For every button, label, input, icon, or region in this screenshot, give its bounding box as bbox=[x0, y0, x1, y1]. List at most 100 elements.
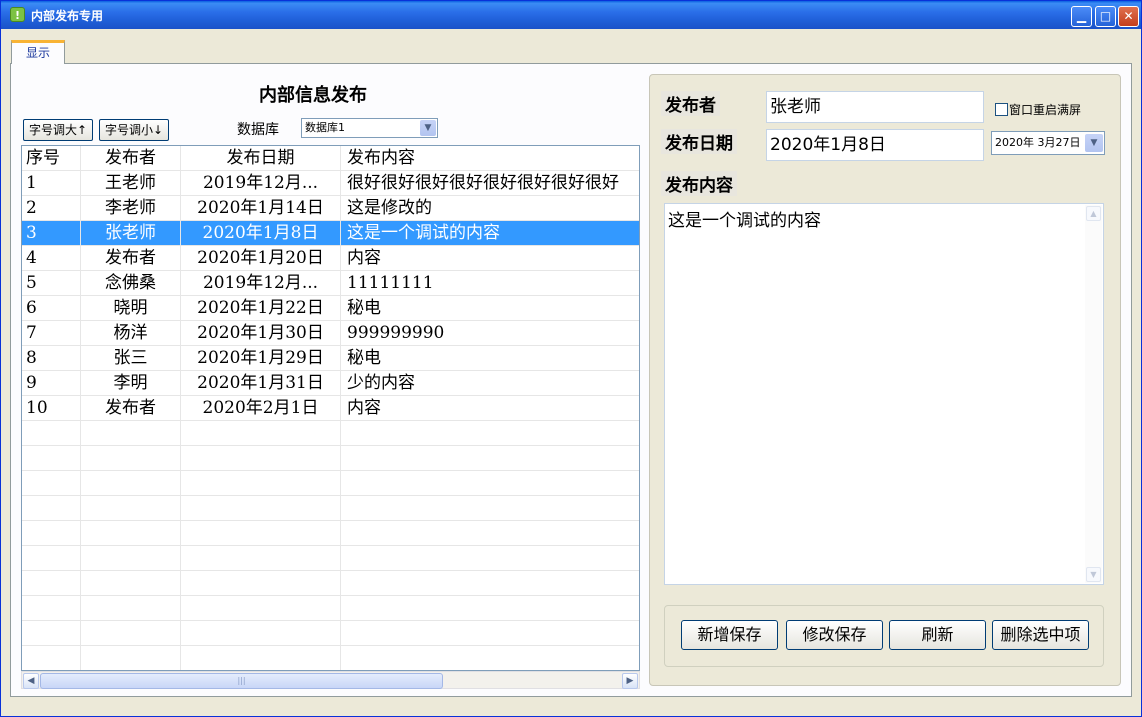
table-row[interactable]: 9 李明 2020年1月31日 少的内容 bbox=[22, 371, 639, 396]
table-cell: 这是一个调试的内容 bbox=[341, 221, 639, 246]
table-cell: 2020年1月22日 bbox=[181, 296, 341, 321]
fullscreen-checkbox-label: 窗口重启满屏 bbox=[1009, 103, 1082, 117]
table-cell: 3 bbox=[22, 221, 81, 246]
table-cell: 10 bbox=[22, 396, 81, 421]
table-row[interactable]: 3 张老师 2020年1月8日 这是一个调试的内容 bbox=[22, 221, 639, 246]
refresh-button[interactable]: 刷新 bbox=[889, 620, 986, 650]
empty-cell bbox=[22, 571, 81, 596]
empty-cell bbox=[81, 421, 181, 446]
empty-row[interactable] bbox=[22, 496, 639, 521]
table-cell: 杨洋 bbox=[81, 321, 181, 346]
font-size-up-button[interactable]: 字号调大↑ bbox=[23, 119, 93, 141]
content-text: 这是一个调试的内容 bbox=[668, 211, 821, 231]
table-cell: 内容 bbox=[341, 396, 639, 421]
empty-cell bbox=[181, 471, 341, 496]
delete-selected-button[interactable]: 删除选中项 bbox=[992, 620, 1089, 650]
edit-save-button[interactable]: 修改保存 bbox=[786, 620, 883, 650]
table-cell: 2020年1月31日 bbox=[181, 371, 341, 396]
table-cell: 2020年1月8日 bbox=[181, 221, 341, 246]
column-header[interactable]: 发布者 bbox=[81, 146, 181, 171]
close-button[interactable]: ✕ bbox=[1118, 6, 1139, 27]
column-header[interactable]: 发布日期 bbox=[181, 146, 341, 171]
scroll-left-icon[interactable]: ◀ bbox=[23, 673, 39, 689]
empty-cell bbox=[341, 496, 639, 521]
table-row[interactable]: 1 王老师 2019年12月... 很好很好很好很好很好很好很好很好 bbox=[22, 171, 639, 196]
database-select[interactable]: 数据库1 ▼ bbox=[301, 118, 438, 138]
maximize-button[interactable]: □ bbox=[1095, 6, 1116, 27]
empty-cell bbox=[181, 521, 341, 546]
table-cell: 5 bbox=[22, 271, 81, 296]
table-cell: 7 bbox=[22, 321, 81, 346]
minimize-button[interactable]: ▁ bbox=[1071, 6, 1092, 27]
chevron-down-icon[interactable]: ▼ bbox=[1085, 134, 1103, 152]
chevron-down-icon[interactable]: ▼ bbox=[420, 120, 436, 136]
column-header[interactable]: 序号 bbox=[22, 146, 81, 171]
data-grid[interactable]: 序号 发布者 发布日期 发布内容 1 王老师 2019年12月... 很好很好很好很好… bbox=[21, 145, 640, 671]
empty-row[interactable] bbox=[22, 596, 639, 621]
scroll-down-icon[interactable]: ▼ bbox=[1086, 567, 1101, 582]
empty-cell bbox=[22, 521, 81, 546]
window-title: 内部发布专用 bbox=[31, 9, 104, 23]
scroll-up-icon[interactable]: ▲ bbox=[1086, 206, 1101, 221]
date-picker[interactable]: 2020年 3月27日 ▼ bbox=[991, 131, 1105, 155]
table-cell: 张老师 bbox=[81, 221, 181, 246]
empty-row[interactable] bbox=[22, 421, 639, 446]
vertical-scrollbar[interactable]: ▲ ▼ bbox=[1085, 205, 1102, 583]
empty-cell bbox=[22, 646, 81, 670]
date-input[interactable]: 2020年1月8日 bbox=[766, 129, 984, 161]
database-select-value: 数据库1 bbox=[305, 121, 345, 134]
empty-cell bbox=[181, 496, 341, 521]
table-cell: 内容 bbox=[341, 246, 639, 271]
empty-cell bbox=[81, 496, 181, 521]
empty-cell bbox=[341, 596, 639, 621]
font-size-down-button[interactable]: 字号调小↓ bbox=[99, 119, 169, 141]
scroll-thumb[interactable]: ||| bbox=[40, 673, 443, 689]
table-row[interactable]: 2 李老师 2020年1月14日 这是修改的 bbox=[22, 196, 639, 221]
horizontal-scrollbar[interactable]: ◀ ||| ▶ bbox=[21, 671, 640, 689]
tab-display[interactable]: 显示 bbox=[11, 40, 65, 64]
date-picker-value: 2020年 3月27日 bbox=[995, 136, 1081, 149]
table-cell: 6 bbox=[22, 296, 81, 321]
table-cell: 发布者 bbox=[81, 246, 181, 271]
empty-row[interactable] bbox=[22, 471, 639, 496]
scroll-right-icon[interactable]: ▶ bbox=[622, 673, 638, 689]
grid-header: 序号 发布者 发布日期 发布内容 bbox=[22, 146, 639, 171]
title-bar[interactable]: ! 内部发布专用 ▁ □ ✕ bbox=[1, 1, 1141, 29]
empty-row[interactable] bbox=[22, 621, 639, 646]
empty-cell bbox=[22, 546, 81, 571]
empty-cell bbox=[22, 621, 81, 646]
table-row[interactable]: 10 发布者 2020年2月1日 内容 bbox=[22, 396, 639, 421]
empty-cell bbox=[81, 546, 181, 571]
table-cell: 999999990 bbox=[341, 321, 639, 346]
table-cell: 2020年1月14日 bbox=[181, 196, 341, 221]
empty-row[interactable] bbox=[22, 521, 639, 546]
table-row[interactable]: 5 念佛桑 2019年12月... 11111111 bbox=[22, 271, 639, 296]
content-label: 发布内容 bbox=[661, 171, 737, 196]
table-cell: 王老师 bbox=[81, 171, 181, 196]
table-cell: 少的内容 bbox=[341, 371, 639, 396]
table-row[interactable]: 6 晓明 2020年1月22日 秘电 bbox=[22, 296, 639, 321]
empty-cell bbox=[22, 471, 81, 496]
empty-row[interactable] bbox=[22, 646, 639, 670]
add-save-button[interactable]: 新增保存 bbox=[681, 620, 778, 650]
empty-row[interactable] bbox=[22, 546, 639, 571]
empty-cell bbox=[341, 621, 639, 646]
column-header[interactable]: 发布内容 bbox=[341, 146, 639, 171]
table-cell: 李老师 bbox=[81, 196, 181, 221]
empty-row[interactable] bbox=[22, 446, 639, 471]
table-cell: 2020年1月30日 bbox=[181, 321, 341, 346]
table-cell: 9 bbox=[22, 371, 81, 396]
fullscreen-checkbox[interactable]: 窗口重启满屏 bbox=[995, 101, 1081, 118]
empty-cell bbox=[81, 621, 181, 646]
table-row[interactable]: 7 杨洋 2020年1月30日 999999990 bbox=[22, 321, 639, 346]
empty-row[interactable] bbox=[22, 571, 639, 596]
content-textarea[interactable]: 这是一个调试的内容 ▲ ▼ bbox=[664, 203, 1104, 585]
table-row[interactable]: 4 发布者 2020年1月20日 内容 bbox=[22, 246, 639, 271]
empty-cell bbox=[181, 646, 341, 670]
table-cell: 2 bbox=[22, 196, 81, 221]
checkbox-box[interactable] bbox=[995, 103, 1008, 116]
table-row[interactable]: 8 张三 2020年1月29日 秘电 bbox=[22, 346, 639, 371]
publisher-input[interactable]: 张老师 bbox=[766, 91, 984, 123]
empty-cell bbox=[341, 446, 639, 471]
table-cell: 2019年12月... bbox=[181, 171, 341, 196]
